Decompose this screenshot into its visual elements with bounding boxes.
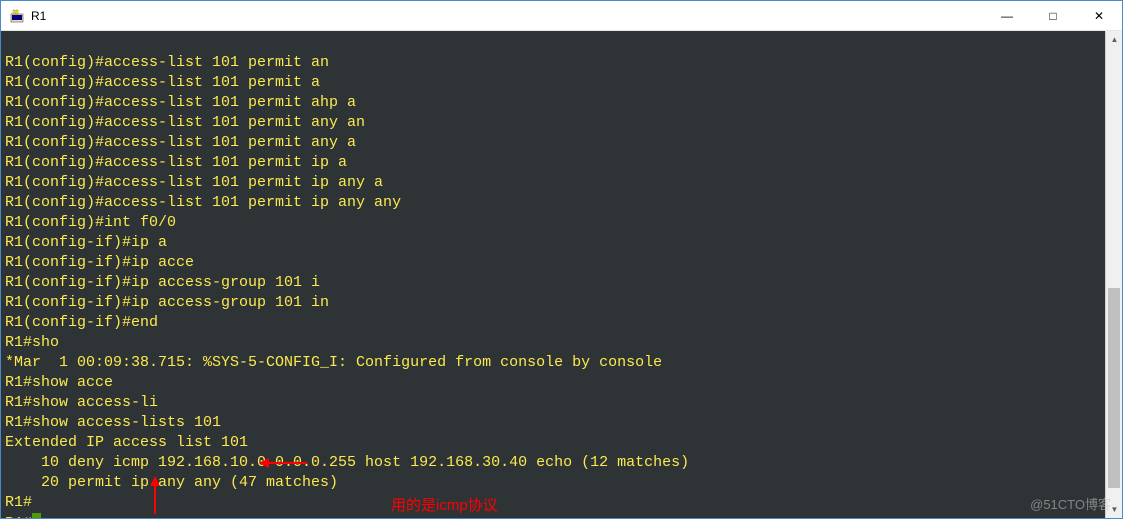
putty-icon [9, 8, 25, 24]
terminal-line: 20 permit ip any any (47 matches) [5, 474, 338, 491]
terminal-line: R1#show access-li [5, 394, 158, 411]
titlebar[interactable]: R1 — □ ✕ [1, 1, 1122, 31]
terminal-line: R1(config-if)#end [5, 314, 158, 331]
terminal-line: R1(config-if)#ip a [5, 234, 167, 251]
scrollbar-thumb[interactable] [1108, 288, 1120, 488]
app-window: R1 — □ ✕ R1(config)#access-list 101 perm… [0, 0, 1123, 519]
terminal-output[interactable]: R1(config)#access-list 101 permit an R1(… [1, 31, 1105, 518]
terminal-line: R1(config)#access-list 101 permit any an [5, 114, 365, 131]
maximize-button[interactable]: □ [1030, 1, 1076, 31]
vertical-scrollbar[interactable]: ▲ ▼ [1105, 31, 1122, 518]
scroll-up-button[interactable]: ▲ [1106, 31, 1122, 48]
window-controls: — □ ✕ [984, 1, 1122, 31]
terminal-prompt-line: R1# [5, 515, 41, 518]
terminal-line: R1(config)#access-list 101 permit ip a [5, 154, 347, 171]
terminal-line: R1(config-if)#ip acce [5, 254, 194, 271]
terminal-line: R1(config)#access-list 101 permit an [5, 54, 329, 71]
close-button[interactable]: ✕ [1076, 1, 1122, 31]
terminal-line: R1(config-if)#ip access-group 101 in [5, 294, 329, 311]
terminal-line: R1(config)#int f0/0 [5, 214, 176, 231]
terminal-line: R1#show access-lists 101 [5, 414, 221, 431]
terminal-line: R1(config)#access-list 101 permit any a [5, 134, 356, 151]
terminal-prompt: R1# [5, 515, 32, 518]
terminal-line: Extended IP access list 101 [5, 434, 248, 451]
window-title: R1 [31, 9, 984, 23]
terminal-line: *Mar 1 00:09:38.715: %SYS-5-CONFIG_I: Co… [5, 354, 662, 371]
watermark-text: @51CTO博客 [1030, 494, 1111, 513]
terminal-line: R1(config)#access-list 101 permit ahp a [5, 94, 356, 111]
terminal-line: R1(config)#access-list 101 permit ip any… [5, 194, 401, 211]
terminal-cursor [32, 513, 41, 518]
terminal-line: R1# [5, 494, 32, 511]
terminal-line: R1(config-if)#ip access-group 101 i [5, 274, 320, 291]
terminal-container: R1(config)#access-list 101 permit an R1(… [1, 31, 1122, 518]
terminal-line: 10 deny icmp 192.168.10.0 0.0.0.255 host… [5, 454, 689, 471]
terminal-line: R1#show acce [5, 374, 113, 391]
terminal-line: R1(config)#access-list 101 permit ip any… [5, 174, 383, 191]
minimize-button[interactable]: — [984, 1, 1030, 31]
terminal-line: R1#sho [5, 334, 59, 351]
terminal-line: R1(config)#access-list 101 permit a [5, 74, 320, 91]
scrollbar-track[interactable] [1106, 48, 1122, 501]
